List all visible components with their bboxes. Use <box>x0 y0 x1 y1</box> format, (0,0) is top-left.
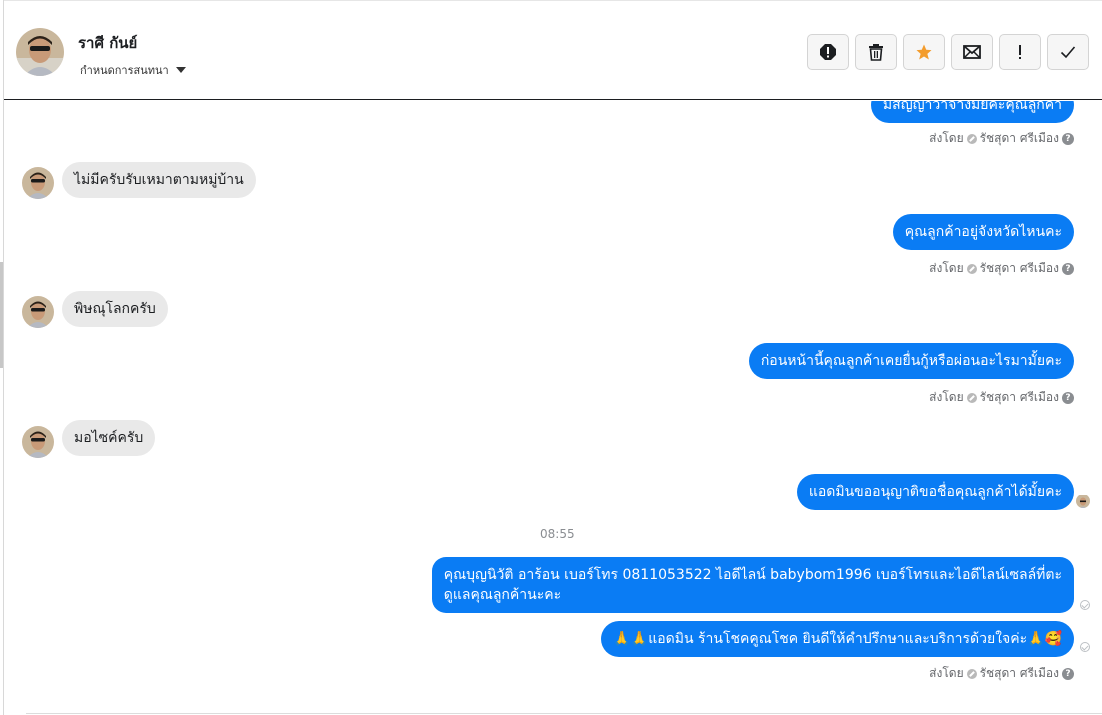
help-icon[interactable]: ? <box>1062 391 1074 404</box>
done-button[interactable] <box>1047 34 1089 70</box>
chat-window: ราศี กันย์ กำหนดการสนทนา มีสัญญาว่าจ้างม… <box>0 0 1102 715</box>
message-bubble-outgoing[interactable]: คุณลูกค้าอยู่จังหวัดไหนคะ <box>892 214 1074 250</box>
contact-name: ราศี กันย์ <box>78 34 138 52</box>
message-bubble-incoming[interactable]: พิษณุโลกครับ <box>62 291 168 327</box>
exclamation-icon <box>1019 45 1021 59</box>
agent-name: รัชสุดา ศรีเมือง <box>979 261 1059 275</box>
trash-icon <box>869 44 883 61</box>
message-line: ดูแลคุณลูกค้านะคะ <box>443 587 562 603</box>
message-meta: ส่งโดย รัชสุดา ศรีเมือง ? <box>929 259 1074 278</box>
message-bubble-outgoing[interactable]: มีสัญญาว่าจ้างมั้ยคะคุณลูกค้า <box>870 101 1074 123</box>
contact-avatar[interactable] <box>16 28 64 76</box>
message-bubble-outgoing[interactable]: 🙏🙏แอดมิน ร้านโชคคูณโชค ยินดีให้คำปรึกษาแ… <box>601 621 1074 657</box>
envelope-icon <box>963 45 981 59</box>
message-meta: ส่งโดย รัชสุดา ศรีเมือง ? <box>929 388 1074 407</box>
delivered-check-icon <box>1080 600 1090 610</box>
message-bubble-incoming[interactable]: มอไซค์ครับ <box>62 420 156 456</box>
star-icon <box>916 44 932 60</box>
alert-circle-icon <box>820 44 836 60</box>
message-bubble-outgoing[interactable]: ก่อนหน้านี้คุณลูกค้าเคยยื่นกู้หรือผ่อนอะ… <box>748 343 1074 379</box>
sent-by-label: ส่งโดย <box>929 131 964 145</box>
sent-by-label: ส่งโดย <box>929 666 964 680</box>
message-meta: ส่งโดย รัชสุดา ศรีเมือง ? <box>929 664 1074 683</box>
help-icon[interactable]: ? <box>1062 262 1074 275</box>
agent-status-icon <box>966 133 977 144</box>
composer-divider <box>26 713 1102 714</box>
agent-status-icon <box>966 263 977 274</box>
delete-button[interactable] <box>855 34 897 70</box>
message-thread[interactable]: มีสัญญาว่าจ้างมั้ยคะคุณลูกค้า ส่งโดย รัช… <box>4 101 1102 715</box>
sent-by-label: ส่งโดย <box>929 390 964 404</box>
help-icon[interactable]: ? <box>1062 667 1074 680</box>
caret-down-icon <box>175 67 186 73</box>
help-icon[interactable]: ? <box>1062 132 1074 145</box>
agent-status-icon <box>966 668 977 679</box>
message-bubble-outgoing[interactable]: คุณบุญนิวัติ อาร้อน เบอร์โทร 0811053522 … <box>431 557 1074 613</box>
contact-avatar-small[interactable] <box>22 296 54 328</box>
agent-name: รัชสุดา ศรีเมือง <box>979 131 1059 145</box>
time-separator: 08:55 <box>540 527 575 541</box>
header-actions <box>807 34 1089 70</box>
sidebar-scrollbar[interactable] <box>0 262 3 368</box>
message-line: คุณบุญนิวัติ อาร้อน เบอร์โทร 0811053522 … <box>443 567 1062 583</box>
sent-by-label: ส่งโดย <box>929 261 964 275</box>
conversation-header: ราศี กันย์ กำหนดการสนทนา <box>4 0 1102 100</box>
message-meta: ส่งโดย รัชสุดา ศรีเมือง ? <box>929 129 1074 148</box>
contact-avatar-small[interactable] <box>22 426 54 458</box>
agent-name: รัชสุดา ศรีเมือง <box>979 666 1059 680</box>
agent-name: รัชสุดา ศรีเมือง <box>979 390 1059 404</box>
agent-status-icon <box>966 392 977 403</box>
message-bubble-outgoing[interactable]: แอดมินขออนุญาติขอชื่อคุณลูกค้าได้มั้ยคะ <box>796 474 1074 510</box>
conversation-status-dropdown[interactable]: กำหนดการสนทนา <box>80 61 186 79</box>
delivered-check-icon <box>1080 642 1090 652</box>
contact-avatar-small[interactable] <box>22 167 54 199</box>
spam-button[interactable] <box>807 34 849 70</box>
message-bubble-incoming[interactable]: ไม่มีครับรับเหมาตามหมู่บ้าน <box>62 162 256 198</box>
star-button[interactable] <box>903 34 945 70</box>
follow-up-button[interactable] <box>999 34 1041 70</box>
checkmark-icon <box>1060 46 1076 59</box>
seen-by-avatar <box>1076 494 1090 508</box>
conversation-status-label: กำหนดการสนทนา <box>80 64 169 77</box>
mark-unread-button[interactable] <box>951 34 993 70</box>
